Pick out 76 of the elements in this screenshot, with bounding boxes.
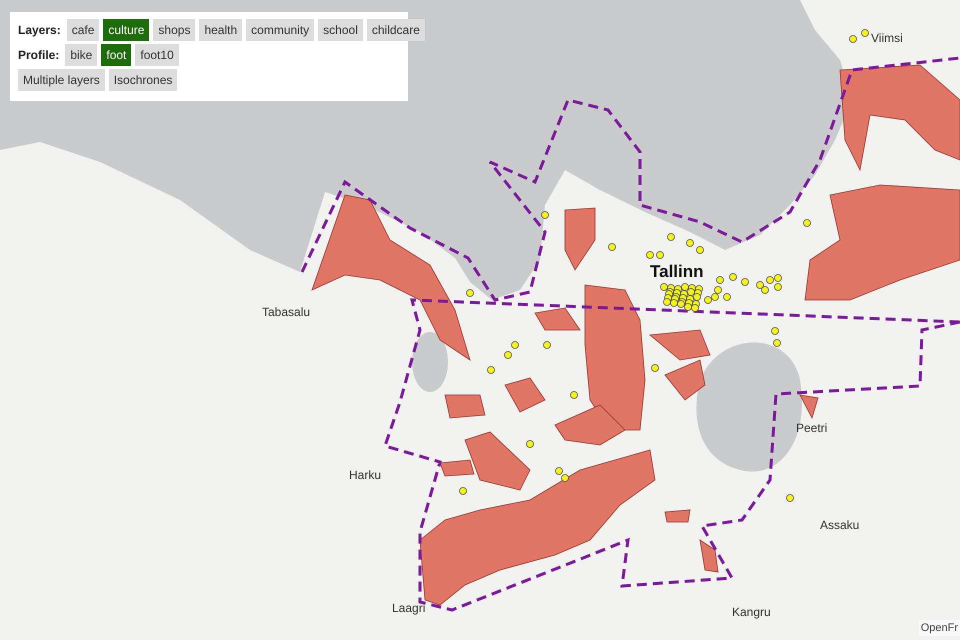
poi-marker[interactable]	[541, 211, 549, 219]
profile-button[interactable]: foot10	[135, 44, 179, 66]
isochrone-area	[534, 308, 581, 330]
poi-marker[interactable]	[687, 288, 695, 296]
poi-marker[interactable]	[543, 341, 551, 349]
poi-marker[interactable]	[711, 293, 719, 301]
isochrone-area	[444, 394, 486, 418]
layer-button[interactable]: school	[318, 19, 363, 41]
place-label: Tabasalu	[262, 306, 310, 318]
poi-marker[interactable]	[861, 29, 869, 37]
poi-marker[interactable]	[555, 467, 563, 475]
poi-marker[interactable]	[511, 341, 519, 349]
isochrone-area	[699, 539, 718, 572]
poi-marker[interactable]	[504, 351, 512, 359]
poi-marker[interactable]	[693, 293, 701, 301]
poi-marker[interactable]	[774, 283, 782, 291]
poi-marker[interactable]	[663, 298, 671, 306]
place-label: Kangru	[732, 606, 771, 618]
poi-marker[interactable]	[667, 233, 675, 241]
poi-marker[interactable]	[723, 293, 731, 301]
layer-button[interactable]: health	[199, 19, 242, 41]
poi-marker[interactable]	[771, 327, 779, 335]
poi-marker[interactable]	[608, 243, 616, 251]
poi-marker[interactable]	[660, 283, 668, 291]
poi-marker[interactable]	[761, 286, 769, 294]
isochrone-area	[504, 378, 546, 413]
poi-marker[interactable]	[570, 391, 578, 399]
poi-marker[interactable]	[803, 219, 811, 227]
poi-marker[interactable]	[684, 303, 692, 311]
poi-marker[interactable]	[656, 251, 664, 259]
action-button[interactable]: Multiple layers	[18, 69, 105, 91]
layer-button[interactable]: childcare	[366, 19, 425, 41]
isochrone-area	[564, 208, 596, 271]
isochrone-area	[664, 510, 690, 522]
poi-marker[interactable]	[459, 487, 467, 495]
poi-marker[interactable]	[677, 300, 685, 308]
profile-button[interactable]: bike	[65, 44, 98, 66]
layer-button[interactable]: shops	[153, 19, 196, 41]
poi-marker[interactable]	[691, 304, 699, 312]
layer-button[interactable]: community	[246, 19, 314, 41]
isochrone-area	[799, 394, 819, 420]
poi-marker[interactable]	[681, 283, 689, 291]
place-label: Assaku	[820, 519, 860, 531]
poi-marker[interactable]	[774, 274, 782, 282]
poi-marker[interactable]	[670, 299, 678, 307]
lake-area	[412, 332, 448, 392]
place-label: Tallinn	[650, 263, 704, 280]
poi-marker[interactable]	[487, 366, 495, 374]
profile-button[interactable]: foot	[101, 44, 132, 66]
control-label: Profile:	[18, 47, 60, 64]
poi-marker[interactable]	[849, 35, 857, 43]
layer-button[interactable]: culture	[103, 19, 150, 41]
map-attribution: OpenFr	[918, 620, 960, 636]
poi-marker[interactable]	[696, 246, 704, 254]
poi-marker[interactable]	[741, 278, 749, 286]
poi-marker[interactable]	[714, 286, 722, 294]
poi-marker[interactable]	[561, 474, 569, 482]
poi-marker[interactable]	[686, 239, 694, 247]
layer-button[interactable]: cafe	[66, 19, 100, 41]
place-label: Harku	[349, 469, 382, 481]
control-label: Layers:	[18, 22, 61, 39]
poi-marker[interactable]	[651, 364, 659, 372]
poi-marker[interactable]	[646, 251, 654, 259]
place-label: Laagri	[392, 602, 426, 614]
poi-marker[interactable]	[786, 494, 794, 502]
poi-marker[interactable]	[526, 440, 534, 448]
poi-marker[interactable]	[773, 339, 781, 347]
poi-marker[interactable]	[716, 276, 724, 284]
poi-marker[interactable]	[766, 276, 774, 284]
poi-marker[interactable]	[729, 273, 737, 281]
action-button[interactable]: Isochrones	[108, 69, 178, 91]
poi-marker[interactable]	[466, 289, 474, 297]
poi-marker[interactable]	[704, 296, 712, 304]
place-label: Peetri	[796, 422, 828, 434]
place-label: Viimsi	[871, 32, 903, 44]
poi-marker[interactable]	[756, 281, 764, 289]
